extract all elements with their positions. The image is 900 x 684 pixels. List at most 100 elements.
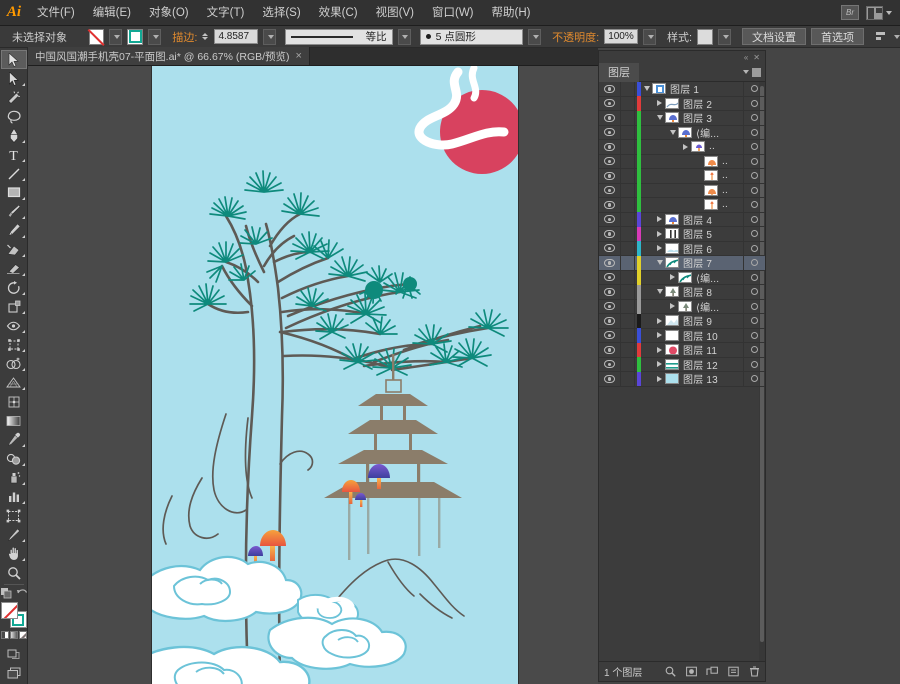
layer-row[interactable]: ⟨编... bbox=[599, 299, 765, 314]
lock-toggle[interactable] bbox=[621, 96, 635, 111]
lock-toggle[interactable] bbox=[621, 342, 635, 357]
layer-name[interactable]: 图层 1 bbox=[670, 82, 743, 96]
preferences-button[interactable]: 首选项 bbox=[811, 28, 865, 45]
stroke-swatch-dropdown[interactable] bbox=[148, 28, 162, 45]
lock-toggle[interactable] bbox=[621, 212, 635, 227]
target-indicator[interactable] bbox=[743, 313, 765, 328]
visibility-toggle-icon[interactable] bbox=[599, 197, 621, 212]
menu-select[interactable]: 选择(S) bbox=[253, 0, 309, 26]
stroke-profile-dropdown[interactable] bbox=[397, 28, 411, 45]
layer-row[interactable]: 图层 12 bbox=[599, 357, 765, 372]
line-segment-tool[interactable] bbox=[1, 164, 27, 183]
lock-toggle[interactable] bbox=[621, 110, 635, 125]
visibility-toggle-icon[interactable] bbox=[599, 284, 621, 299]
layer-row[interactable]: ⟨编... bbox=[599, 125, 765, 140]
align-control[interactable] bbox=[875, 31, 900, 43]
stroke-weight-dropdown[interactable] bbox=[263, 28, 277, 45]
menu-type[interactable]: 文字(T) bbox=[198, 0, 254, 26]
visibility-toggle-icon[interactable] bbox=[599, 226, 621, 241]
layer-row[interactable]: 图层 10 bbox=[599, 328, 765, 343]
layer-row[interactable]: 图层 6 bbox=[599, 241, 765, 256]
artboard-tool[interactable] bbox=[1, 506, 27, 525]
target-indicator[interactable] bbox=[743, 125, 765, 140]
layer-row[interactable]: .. bbox=[599, 197, 765, 213]
lock-toggle[interactable] bbox=[621, 125, 635, 140]
layer-name[interactable]: 图层 7 bbox=[683, 255, 743, 270]
target-indicator[interactable] bbox=[743, 183, 765, 198]
visibility-toggle-icon[interactable] bbox=[599, 96, 621, 111]
lock-toggle[interactable] bbox=[621, 328, 635, 343]
target-indicator[interactable] bbox=[743, 226, 765, 241]
column-graph-tool[interactable] bbox=[1, 487, 27, 506]
layer-row[interactable]: 图层 8 bbox=[599, 284, 765, 300]
layer-row[interactable]: .. bbox=[599, 183, 765, 198]
document-setup-button[interactable]: 文档设置 bbox=[742, 28, 807, 45]
layer-name[interactable]: 图层 2 bbox=[683, 96, 743, 111]
disclosure-triangle-icon[interactable] bbox=[667, 125, 678, 140]
disclosure-triangle-icon[interactable] bbox=[667, 299, 678, 314]
disclosure-triangle-icon[interactable] bbox=[654, 343, 665, 358]
perspective-grid-tool[interactable] bbox=[1, 373, 27, 392]
canvas-area[interactable] bbox=[28, 66, 598, 684]
stroke-profile-select[interactable]: 等比 bbox=[285, 28, 393, 45]
close-panel-icon[interactable]: ✕ bbox=[753, 53, 760, 62]
magic-wand-tool[interactable] bbox=[1, 88, 27, 107]
visibility-toggle-icon[interactable] bbox=[599, 125, 621, 140]
menu-object[interactable]: 对象(O) bbox=[140, 0, 198, 26]
layer-row[interactable]: .. bbox=[599, 139, 765, 155]
layer-name[interactable]: 图层 13 bbox=[683, 371, 743, 386]
target-indicator[interactable] bbox=[743, 371, 765, 386]
lock-toggle[interactable] bbox=[621, 270, 635, 285]
eyedropper-tool[interactable] bbox=[1, 430, 27, 449]
target-indicator[interactable] bbox=[743, 284, 765, 299]
fill-color-swatch[interactable] bbox=[0, 602, 18, 619]
collapse-panel-icon[interactable]: « bbox=[744, 53, 748, 62]
layer-row[interactable]: 图层 7 bbox=[599, 255, 765, 271]
menu-edit[interactable]: 编辑(E) bbox=[84, 0, 140, 26]
make-clipping-mask-icon[interactable] bbox=[685, 666, 697, 678]
lock-toggle[interactable] bbox=[621, 284, 635, 299]
disclosure-triangle-icon[interactable] bbox=[667, 270, 678, 285]
free-transform-tool[interactable] bbox=[1, 335, 27, 354]
zoom-tool[interactable] bbox=[1, 563, 27, 582]
lock-toggle[interactable] bbox=[621, 197, 635, 212]
target-indicator[interactable] bbox=[743, 270, 765, 285]
layer-name[interactable]: 图层 3 bbox=[683, 110, 743, 125]
layer-name[interactable]: ⟨编... bbox=[696, 270, 743, 285]
lock-toggle[interactable] bbox=[621, 357, 635, 372]
opacity-label[interactable]: 不透明度: bbox=[552, 29, 599, 45]
slice-tool[interactable] bbox=[1, 525, 27, 544]
bridge-icon[interactable]: Br bbox=[841, 5, 859, 20]
target-indicator[interactable] bbox=[743, 197, 765, 212]
layer-name[interactable]: 图层 9 bbox=[683, 313, 743, 328]
target-indicator[interactable] bbox=[743, 357, 765, 372]
create-new-layer-icon[interactable] bbox=[727, 666, 739, 678]
layers-list[interactable]: 图层 1 图层 2 图层 3 ⟨编............. 图层 4 图层 5 图层 6图… bbox=[599, 82, 765, 661]
layer-name[interactable]: .. bbox=[722, 185, 743, 196]
artboard[interactable] bbox=[152, 66, 518, 684]
lock-toggle[interactable] bbox=[621, 255, 635, 270]
undo-arrow-icon[interactable] bbox=[16, 587, 28, 599]
scale-tool[interactable] bbox=[1, 297, 27, 316]
target-indicator[interactable] bbox=[743, 154, 765, 169]
layer-name[interactable]: .. bbox=[722, 156, 743, 167]
disclosure-triangle-icon[interactable] bbox=[654, 212, 665, 227]
stepper-down-icon[interactable] bbox=[202, 37, 209, 40]
layer-row[interactable]: 图层 11 bbox=[599, 342, 765, 358]
mesh-tool[interactable] bbox=[1, 392, 27, 411]
document-tab[interactable]: 中国风国潮手机壳07-平面图.ai* @ 66.67% (RGB/预览) × bbox=[28, 47, 310, 65]
target-indicator[interactable] bbox=[743, 139, 765, 154]
stroke-swatch[interactable] bbox=[127, 28, 144, 45]
disclosure-triangle-icon[interactable] bbox=[654, 227, 665, 242]
menu-window[interactable]: 窗口(W) bbox=[423, 0, 483, 26]
layer-name[interactable]: .. bbox=[722, 170, 743, 181]
fill-swatch-dropdown[interactable] bbox=[109, 28, 123, 45]
layer-name[interactable]: 图层 5 bbox=[683, 226, 743, 241]
layer-row[interactable]: 图层 4 bbox=[599, 212, 765, 227]
target-indicator[interactable] bbox=[743, 82, 765, 96]
color-mode-row[interactable] bbox=[0, 631, 27, 639]
layer-name[interactable]: 图层 6 bbox=[683, 241, 743, 256]
menu-file[interactable]: 文件(F) bbox=[28, 0, 84, 26]
opacity-input[interactable]: 100% bbox=[604, 29, 639, 44]
disclosure-triangle-icon[interactable] bbox=[654, 285, 665, 300]
